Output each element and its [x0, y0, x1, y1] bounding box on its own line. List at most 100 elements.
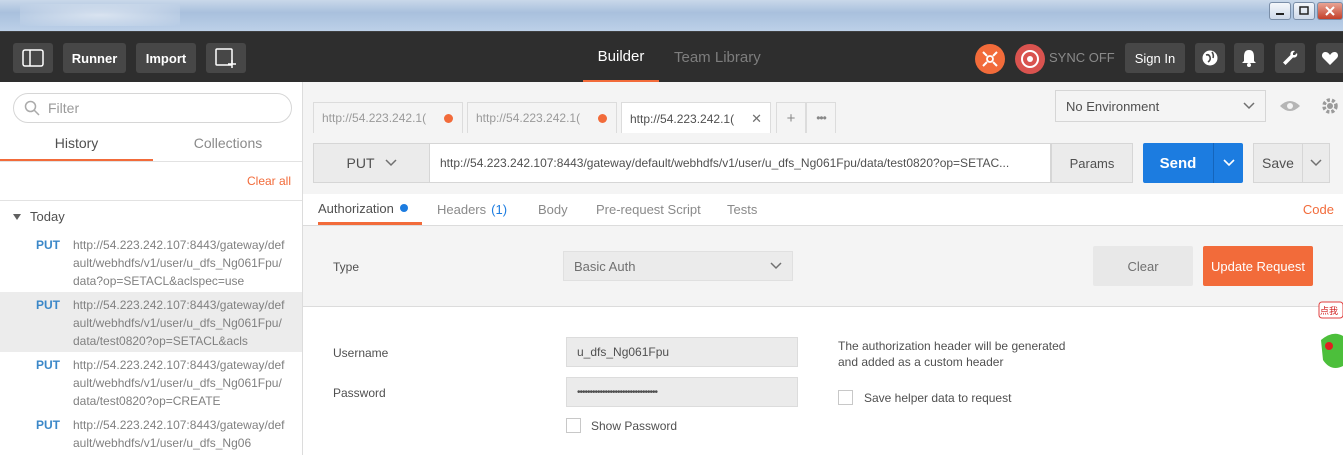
clear-button[interactable]: Clear: [1093, 246, 1193, 286]
save-options-button[interactable]: [1302, 143, 1330, 183]
tab-builder[interactable]: Builder: [583, 32, 659, 83]
history-item[interactable]: PUT http://54.223.242.107:8443/gateway/d…: [0, 412, 302, 455]
more-tabs-button[interactable]: •••: [806, 102, 836, 133]
wrench-icon: [1283, 50, 1298, 65]
history-method: PUT: [36, 238, 60, 252]
method-value: PUT: [346, 155, 375, 171]
search-icon: [24, 100, 40, 116]
history-item[interactable]: PUT http://54.223.242.107:8443/gateway/d…: [0, 292, 302, 352]
gear-icon: [1322, 98, 1338, 114]
tab-headers[interactable]: Headers (1): [437, 194, 507, 225]
update-request-button[interactable]: Update Request: [1203, 246, 1313, 286]
history-url: http://54.223.242.107:8443/gateway/defau…: [73, 298, 285, 348]
chevron-down-icon: [770, 262, 782, 270]
tab-headers-label: Headers: [437, 202, 487, 217]
manage-environments-button[interactable]: [1317, 92, 1343, 120]
globe-button[interactable]: [1195, 43, 1225, 73]
request-tab-label: http://54.223.242.1(: [322, 111, 427, 125]
unsaved-dot-icon: [598, 113, 607, 123]
window-minimize-button[interactable]: [1269, 2, 1291, 20]
headers-count-badge: (1): [491, 202, 508, 217]
notifications-button[interactable]: [1234, 43, 1264, 73]
chevron-down-icon: [1222, 159, 1235, 167]
titlebar-glow: [20, 4, 180, 26]
show-password-checkbox[interactable]: [566, 418, 581, 433]
tab-tests[interactable]: Tests: [727, 194, 757, 225]
new-tab-button[interactable]: +: [776, 102, 806, 133]
maximize-icon: [1299, 6, 1309, 15]
history-group-label: Today: [30, 209, 65, 224]
history-url: http://54.223.242.107:8443/gateway/defau…: [73, 238, 285, 288]
sidebar-toggle-button[interactable]: [13, 43, 53, 73]
request-tab-label: http://54.223.242.1(: [630, 111, 735, 126]
save-button[interactable]: Save: [1253, 143, 1303, 183]
runner-button[interactable]: Runner: [63, 43, 126, 73]
divider: [0, 161, 302, 162]
tab-body[interactable]: Body: [538, 194, 568, 225]
tab-pre-request-script[interactable]: Pre-request Script: [596, 194, 701, 225]
auth-type-value: Basic Auth: [574, 258, 636, 274]
request-tab[interactable]: http://54.223.242.1(: [313, 102, 463, 133]
generate-code-link[interactable]: Code: [1303, 202, 1334, 217]
history-item[interactable]: PUT http://54.223.242.107:8443/gateway/d…: [0, 352, 302, 412]
auth-type-section: Type Basic Auth Clear Update Request: [303, 226, 1343, 307]
url-input[interactable]: http://54.223.242.107:8443/gateway/defau…: [430, 143, 1051, 183]
heart-icon: [1321, 52, 1338, 65]
window-maximize-button[interactable]: [1293, 2, 1315, 20]
sidebar-toggle-icon: [22, 49, 44, 67]
environment-select[interactable]: No Environment: [1055, 90, 1266, 122]
send-button[interactable]: Send: [1143, 143, 1213, 183]
history-group-today[interactable]: Today: [13, 209, 65, 224]
clear-all-link[interactable]: Clear all: [247, 174, 291, 188]
history-method: PUT: [36, 298, 60, 312]
history-item[interactable]: PUT http://54.223.242.107:8443/gateway/d…: [0, 232, 302, 292]
tab-authorization[interactable]: Authorization: [318, 194, 422, 225]
username-label: Username: [333, 346, 389, 360]
ellipsis-icon: •••: [816, 111, 827, 125]
type-label: Type: [333, 260, 360, 274]
app-header: Runner Import Builder Team Library SYNC …: [0, 31, 1343, 83]
unsaved-dot-icon: [444, 113, 453, 123]
tab-collections[interactable]: Collections: [153, 132, 303, 162]
window-titlebar: [0, 0, 1343, 31]
environment-quick-look-button[interactable]: [1276, 92, 1304, 120]
window-close-button[interactable]: [1317, 2, 1343, 20]
sync-status-button[interactable]: [1015, 44, 1045, 74]
tab-history[interactable]: History: [0, 132, 153, 162]
username-field[interactable]: u_dfs_Ng061Fpu: [566, 337, 798, 367]
new-window-button[interactable]: [206, 43, 246, 73]
sync-off-icon: [1021, 50, 1039, 68]
sidebar: Filter History Collections Clear all Tod…: [0, 82, 303, 455]
request-tab-label: http://54.223.242.1(: [476, 111, 581, 125]
request-tab-active[interactable]: http://54.223.242.1( ✕: [621, 102, 771, 134]
floating-mascot-widget[interactable]: 点我: [1317, 300, 1343, 370]
sign-in-button[interactable]: Sign In: [1125, 43, 1185, 73]
settings-button[interactable]: [1275, 43, 1305, 73]
send-options-button[interactable]: [1213, 143, 1243, 183]
auth-type-select[interactable]: Basic Auth: [563, 251, 793, 281]
method-select[interactable]: PUT: [313, 143, 430, 183]
history-method: PUT: [36, 418, 60, 432]
divider: [0, 200, 302, 201]
show-password-label: Show Password: [591, 419, 678, 433]
caret-down-icon: [13, 213, 21, 220]
close-tab-icon[interactable]: ✕: [751, 111, 762, 127]
params-button[interactable]: Params: [1051, 143, 1133, 183]
request-subtabs: Authorization Headers (1) Body Pre-reque…: [303, 194, 1343, 226]
interceptor-button[interactable]: [975, 44, 1005, 74]
chevron-down-icon: [1243, 102, 1255, 110]
save-helper-checkbox[interactable]: [838, 390, 853, 405]
request-tab[interactable]: http://54.223.242.1(: [467, 102, 617, 133]
environment-selected: No Environment: [1066, 98, 1160, 114]
mascot-label: 点我: [1320, 307, 1339, 317]
eye-icon: [1280, 101, 1300, 111]
tab-team-library[interactable]: Team Library: [674, 32, 761, 83]
auth-header-note: The authorization header will be generat…: [838, 339, 1066, 369]
filter-placeholder: Filter: [48, 100, 80, 116]
import-button[interactable]: Import: [136, 43, 196, 73]
filter-input[interactable]: Filter: [13, 93, 292, 123]
new-window-icon: [215, 48, 236, 68]
password-field[interactable]: ••••••••••••••••••••••••••••••••: [566, 377, 798, 407]
history-method: PUT: [36, 358, 60, 372]
favorites-button[interactable]: [1316, 43, 1343, 73]
